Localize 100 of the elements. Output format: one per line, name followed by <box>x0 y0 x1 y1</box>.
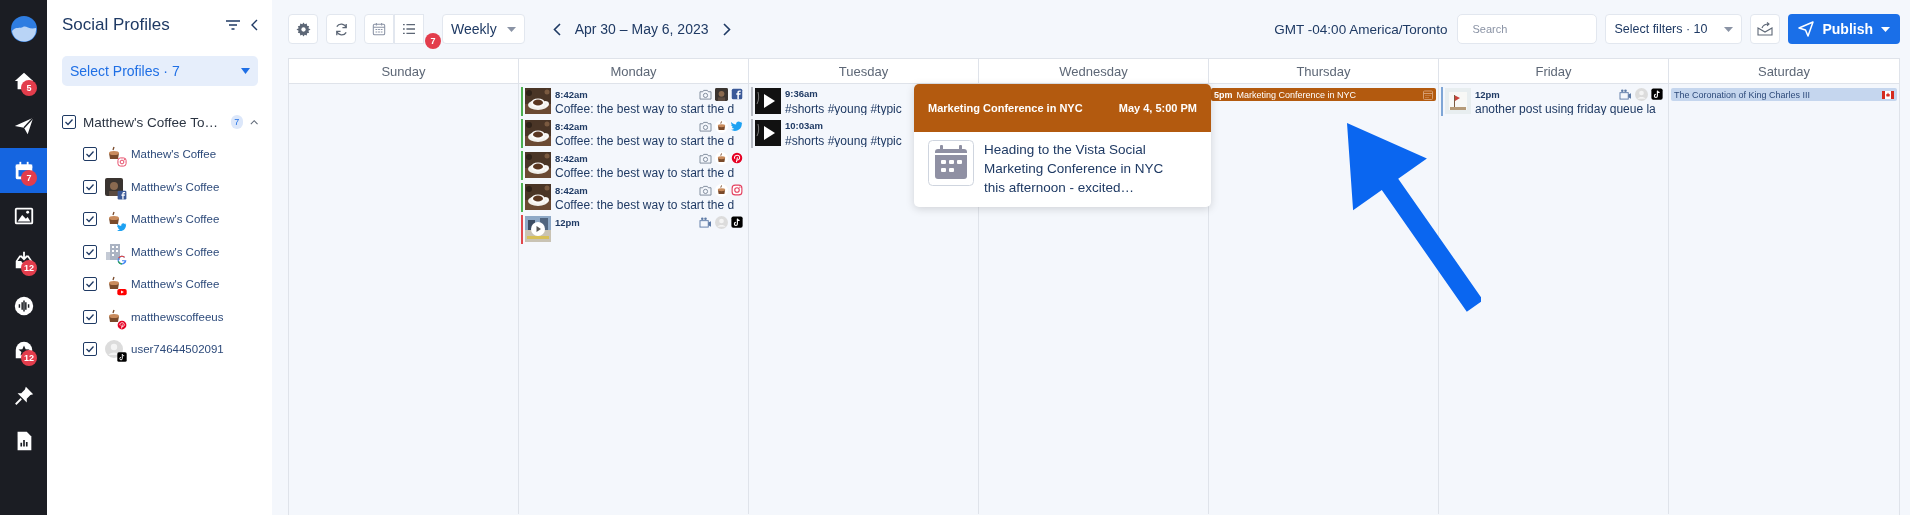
coffee-cup-avatar-icon <box>715 119 728 133</box>
music-note-icon <box>731 216 743 228</box>
filter-icon <box>226 20 240 30</box>
instagram-icon <box>731 184 743 196</box>
event-time: 5pm <box>1214 89 1233 100</box>
settings-icon <box>295 21 311 37</box>
nav-calendar-button[interactable]: 7 <box>0 148 47 193</box>
flag-icon <box>1882 90 1894 99</box>
profile-name: user74644502091 <box>131 343 224 356</box>
day-header: Sunday <box>289 59 519 84</box>
count-badge: 7 <box>230 115 243 129</box>
notification-badge: 12 <box>21 350 37 366</box>
profile-name: Matthew's Coffee <box>131 245 220 258</box>
day-header: Friday <box>1439 59 1669 84</box>
post-card[interactable]: 8:42am Coffee: the best way to start the d <box>521 87 746 116</box>
refresh-button[interactable] <box>326 14 356 44</box>
bird-icon <box>117 222 127 233</box>
pinterest-icon <box>117 319 127 330</box>
post-time: 10:03am <box>785 120 824 132</box>
tooltip-date: May 4, 5:00 PM <box>1118 102 1197 114</box>
post-card[interactable]: 8:42am Coffee: the best way to start the d <box>521 119 746 148</box>
nav-inbox-button[interactable]: 12 <box>0 238 47 283</box>
video-camera-icon <box>1619 88 1632 100</box>
checkmark-icon <box>85 279 95 290</box>
nav-review-button[interactable]: 12 <box>0 328 47 373</box>
coffee-cup-avatar-icon <box>715 183 728 197</box>
post-text: #shorts #young #typic <box>785 101 902 115</box>
checkmark-icon <box>85 214 95 225</box>
day-header: Monday <box>519 59 749 84</box>
checkbox[interactable] <box>83 244 97 259</box>
tooltip-text: Heading to the Vista Social Marketing Conference in NYC this afternoon - excited… <box>984 141 1165 197</box>
facebook-icon <box>117 189 127 200</box>
bird-icon <box>731 120 743 132</box>
post-time: 8:42am <box>555 120 588 132</box>
view-dropdown[interactable]: Weekly <box>442 14 525 44</box>
notification-badge: 5 <box>21 80 37 96</box>
day-header: Tuesday <box>749 59 979 84</box>
checkmark-icon <box>85 246 95 257</box>
camera-icon <box>699 152 712 164</box>
notification-badge: 7 <box>21 170 37 186</box>
music-note-icon <box>117 352 127 363</box>
notification-badge: 12 <box>21 260 37 276</box>
post-time: 9:36am <box>785 88 818 100</box>
settings-button[interactable] <box>288 14 318 44</box>
post-text: another post using friday queue la <box>1475 102 1656 115</box>
timezone-label: GMT -04:00 America/Toronto <box>1274 21 1448 37</box>
checkbox[interactable] <box>83 277 97 292</box>
event-bar[interactable]: 5pm Marketing Conference in NYC <box>1211 88 1436 101</box>
holiday-bar[interactable]: The Coronation of King Charles III <box>1671 88 1897 101</box>
facebook-icon <box>731 88 743 100</box>
share-button[interactable] <box>1750 14 1781 44</box>
checkbox[interactable] <box>83 147 97 162</box>
checkbox[interactable] <box>83 179 97 194</box>
caret-down-icon <box>241 68 250 74</box>
filters-dropdown[interactable]: Select filters · 10 <box>1605 14 1743 44</box>
day-header: Saturday <box>1669 59 1899 84</box>
caret-down-icon <box>1881 26 1890 32</box>
post-time: 8:42am <box>555 184 588 196</box>
event-title: Marketing Conference in NYC <box>1236 89 1357 100</box>
checkbox[interactable] <box>62 115 76 129</box>
checkbox[interactable] <box>83 342 97 357</box>
post-card[interactable]: 8:42am Coffee: the best way to start the d <box>521 151 746 180</box>
camera-icon <box>699 184 712 196</box>
publish-button[interactable]: Publish <box>1788 14 1900 44</box>
checkbox[interactable] <box>83 309 97 324</box>
chevron-right-icon <box>722 22 731 36</box>
pinterest-icon <box>731 152 743 164</box>
checkbox[interactable] <box>83 212 97 227</box>
video-thumbnail <box>755 120 781 146</box>
post-text: Coffee: the best way to start the d <box>555 134 735 147</box>
post-time: 12pm <box>1475 88 1500 100</box>
post-card[interactable]: 12pm another post using friday queue la <box>1441 87 1666 116</box>
day-header: Thursday <box>1209 59 1439 84</box>
building-icon <box>105 242 123 261</box>
profile-select[interactable]: Select Profiles · 7 <box>62 56 258 86</box>
checkmark-icon <box>85 344 95 355</box>
video-camera-icon <box>699 216 712 228</box>
profile-name: Matthew's Coffee <box>131 213 220 226</box>
nav-home-button[interactable]: 5 <box>0 58 47 103</box>
paper-plane-icon <box>1798 21 1815 37</box>
photo-avatar-icon <box>715 87 728 101</box>
notification-badge: 7 <box>425 33 441 49</box>
sidebar-title: Social Profiles <box>62 15 171 35</box>
post-card[interactable]: 8:42am Coffee: the best way to start the d <box>521 183 746 212</box>
search-field[interactable]: Search <box>1457 14 1598 44</box>
checkmark-icon <box>64 117 74 127</box>
coffee-cup-avatar-icon <box>715 151 728 165</box>
post-card[interactable]: 12pm <box>521 215 746 244</box>
post-time: 12pm <box>555 216 580 228</box>
profile-name: matthewscoffeeus <box>131 310 224 323</box>
chevron-left-icon <box>552 22 561 36</box>
avatar-icon <box>715 215 728 229</box>
google-icon <box>117 254 127 265</box>
checkmark-icon <box>85 181 95 192</box>
post-text: Coffee: the best way to start the d <box>555 166 735 179</box>
calendar-icon <box>928 140 974 186</box>
post-text: Coffee: the best way to start the d <box>555 198 735 211</box>
day-header: Wednesday <box>979 59 1209 84</box>
video-play-icon <box>117 287 127 298</box>
list-view-button[interactable] <box>394 14 424 44</box>
